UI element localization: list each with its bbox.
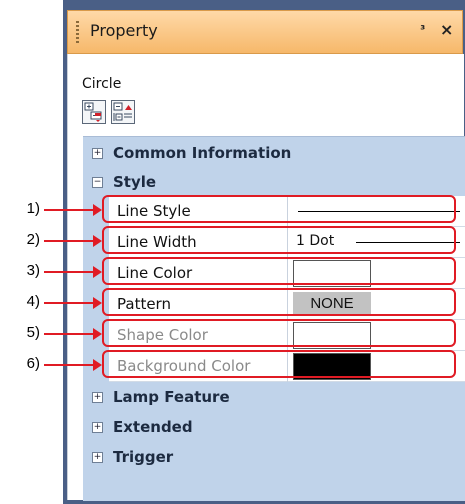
callout-4: 4) <box>26 293 40 310</box>
callout-arrow-5 <box>44 328 102 340</box>
drag-grip-icon[interactable] <box>76 21 79 43</box>
category-label: Lamp Feature <box>113 388 230 406</box>
expand-plus-icon[interactable]: + <box>92 422 103 433</box>
callout-1: 1) <box>26 200 40 217</box>
expand-plus-icon[interactable]: + <box>92 392 103 403</box>
callout-arrow-3 <box>44 266 102 278</box>
title-bar[interactable]: Property ᶟ × <box>67 10 463 54</box>
category-label: Extended <box>113 418 193 436</box>
highlight-line-style <box>102 195 456 223</box>
sort-alphabetical-icon <box>113 102 132 121</box>
callout-5: 5) <box>26 324 40 341</box>
expand-plus-icon[interactable]: + <box>92 148 103 159</box>
callout-arrow-1 <box>44 204 102 216</box>
category-style[interactable]: − Style <box>83 168 465 198</box>
highlight-pattern <box>102 288 456 316</box>
expand-plus-icon[interactable]: + <box>92 452 103 463</box>
highlight-background-color <box>102 350 456 378</box>
category-label: Common Information <box>113 144 292 162</box>
category-extended[interactable]: + Extended <box>83 413 465 443</box>
callout-2: 2) <box>26 231 40 248</box>
callout-3: 3) <box>26 262 40 279</box>
window-title: Property <box>90 21 158 40</box>
callout-6: 6) <box>26 355 40 372</box>
callout-arrow-4 <box>44 297 102 309</box>
sort-by-category-icon <box>84 102 102 122</box>
sort-alphabetical-button[interactable] <box>111 100 135 124</box>
category-lamp-feature[interactable]: + Lamp Feature <box>83 383 465 413</box>
callout-arrow-6 <box>44 359 102 371</box>
object-name: Circle <box>82 76 122 92</box>
highlight-line-color <box>102 257 456 285</box>
highlight-shape-color <box>102 319 456 347</box>
category-trigger[interactable]: + Trigger <box>83 443 465 473</box>
category-label: Trigger <box>113 448 174 466</box>
highlight-line-width <box>102 226 456 254</box>
collapse-minus-icon[interactable]: − <box>92 177 103 188</box>
sort-by-category-button[interactable] <box>82 100 106 124</box>
callout-arrow-2 <box>44 235 102 247</box>
category-common-information[interactable]: + Common Information <box>83 139 465 169</box>
pin-icon[interactable]: ᶟ <box>420 22 425 38</box>
close-icon[interactable]: × <box>440 20 453 39</box>
category-label: Style <box>113 173 157 191</box>
